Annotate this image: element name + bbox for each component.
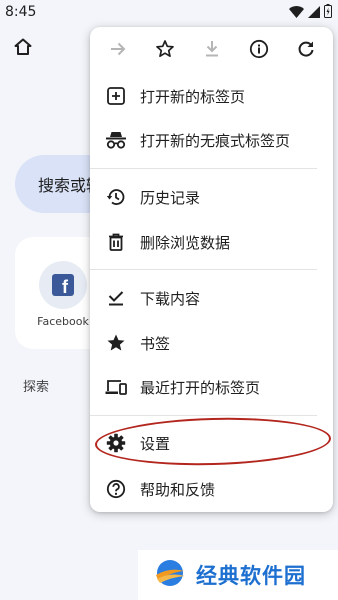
info-icon (249, 39, 269, 63)
download-page-button[interactable] (192, 31, 232, 71)
facebook-icon: f (52, 274, 74, 296)
menu-item-help-feedback[interactable]: 帮助和反馈 (90, 467, 333, 511)
gear-icon (105, 432, 127, 454)
menu-item-history[interactable]: 历史记录 (90, 175, 333, 219)
help-icon (105, 478, 127, 500)
arrow-right-icon (108, 39, 128, 63)
cellular-signal-icon (308, 3, 320, 22)
menu-item-label: 下载内容 (140, 289, 201, 308)
menu-item-label: 删除浏览数据 (140, 233, 231, 252)
menu-item-settings[interactable]: 设置 (90, 421, 333, 465)
menu-item-label: 最近打开的标签页 (140, 378, 261, 397)
battery-icon (324, 3, 332, 22)
menu-item-label: 书签 (140, 334, 171, 353)
status-time: 8:45 (5, 4, 37, 20)
menu-item-new-incognito-tab[interactable]: 打开新的无痕式标签页 (90, 118, 333, 162)
overflow-menu: 打开新的标签页 打开新的无痕式标签页 历史记录 删除浏览数据 下载内容 书签 最… (90, 27, 333, 512)
devices-icon (105, 376, 127, 398)
menu-item-recent-tabs[interactable]: 最近打开的标签页 (90, 365, 333, 409)
download-icon (202, 39, 222, 63)
reload-button[interactable] (286, 31, 326, 71)
menu-item-bookmarks[interactable]: 书签 (90, 321, 333, 365)
wifi-icon (289, 3, 304, 22)
trash-icon (105, 231, 127, 253)
menu-item-new-tab[interactable]: 打开新的标签页 (90, 74, 333, 118)
menu-item-label: 打开新的标签页 (140, 87, 246, 106)
home-icon (13, 37, 33, 61)
reload-icon (296, 39, 316, 63)
star-filled-icon (105, 332, 127, 354)
explore-label: 探索 (23, 380, 50, 395)
status-bar: 8:45 (0, 0, 338, 24)
history-icon (105, 186, 127, 208)
menu-item-label: 帮助和反馈 (140, 480, 216, 499)
page-info-button[interactable] (239, 31, 279, 71)
watermark: 经典软件园 (138, 550, 338, 600)
menu-divider (90, 269, 317, 270)
menu-divider (90, 168, 317, 169)
incognito-icon (105, 129, 127, 151)
add-box-icon (105, 85, 127, 107)
forward-button[interactable] (98, 31, 138, 71)
menu-divider (90, 415, 317, 416)
star-outline-icon (155, 39, 175, 63)
menu-item-clear-browsing-data[interactable]: 删除浏览数据 (90, 220, 333, 264)
status-icons (289, 3, 332, 22)
menu-item-label: 设置 (140, 434, 171, 453)
download-done-icon (105, 287, 127, 309)
home-button[interactable] (12, 38, 34, 60)
watermark-logo-icon (152, 558, 188, 592)
menu-item-label: 历史记录 (140, 188, 201, 207)
bookmark-page-button[interactable] (145, 31, 185, 71)
menu-item-downloads[interactable]: 下载内容 (90, 276, 333, 320)
facebook-logo-letter: f (62, 277, 68, 296)
menu-toolbar (90, 27, 333, 75)
menu-item-label: 打开新的无痕式标签页 (140, 131, 291, 150)
watermark-text: 经典软件园 (196, 564, 306, 588)
shortcut-facebook[interactable]: f (39, 261, 87, 309)
